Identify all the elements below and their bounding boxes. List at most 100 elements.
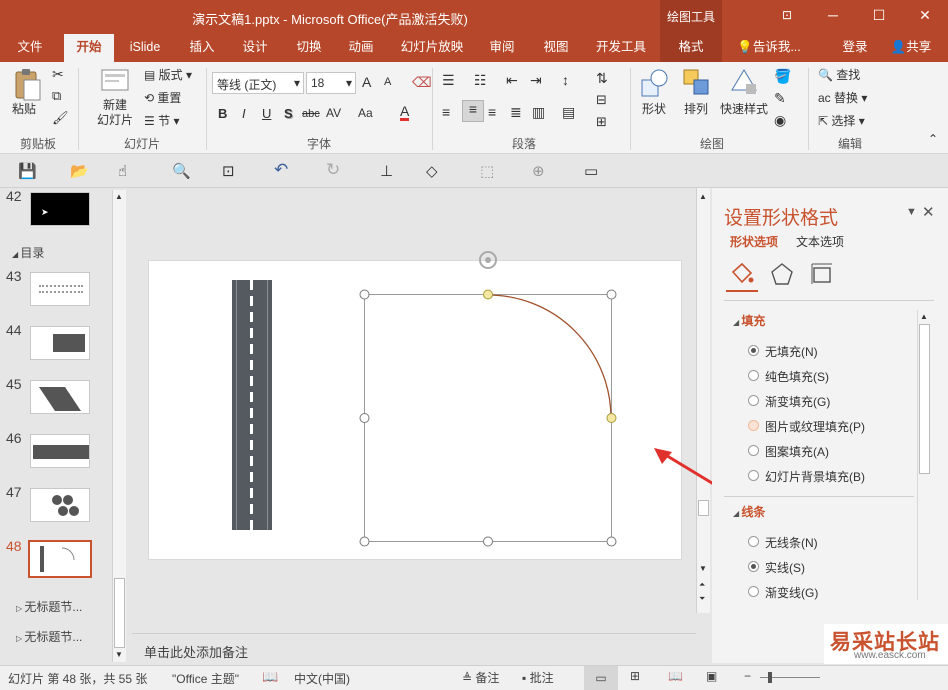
section-button[interactable]: ☰ 节 ▾ <box>144 112 179 129</box>
tab-review[interactable]: 审阅 <box>478 34 526 62</box>
strikethrough-button[interactable]: abc <box>302 108 320 120</box>
tab-format[interactable]: 格式 <box>660 34 722 62</box>
tab-transitions[interactable]: 切换 <box>284 34 334 62</box>
arc-path[interactable] <box>487 294 612 419</box>
road-shape[interactable] <box>232 280 272 530</box>
format-painter-icon[interactable]: 🖌 <box>52 110 69 126</box>
resize-handles[interactable] <box>359 289 617 547</box>
pane-close-icon[interactable]: ✕ <box>922 203 935 221</box>
quick-styles-icon[interactable] <box>728 66 760 98</box>
smartart-icon[interactable]: ⊞ <box>596 114 607 130</box>
pane-options-chevron-icon[interactable]: ▼ <box>906 206 917 218</box>
redo-icon[interactable]: ↻ <box>326 160 340 180</box>
bold-button[interactable]: B <box>218 106 227 121</box>
slideshow-view-icon[interactable]: ▣ <box>706 669 717 683</box>
new-slide-icon[interactable] <box>100 68 130 96</box>
bullets-icon[interactable]: ☰ <box>442 72 455 89</box>
reset-button[interactable]: ⟲ 重置 <box>144 89 181 106</box>
slide-thumbnail-43[interactable] <box>30 272 90 306</box>
effects-pentagon-icon[interactable] <box>770 262 794 286</box>
pane-scrollbar[interactable]: ▲ <box>917 310 931 600</box>
background-fill-label[interactable]: 幻灯片背景填充(B) <box>765 468 865 485</box>
tab-shape-options[interactable]: 形状选项 <box>730 233 778 250</box>
slide-thumbnail-42[interactable]: ➤ <box>30 192 90 226</box>
undo-icon[interactable]: ↶ <box>274 160 288 180</box>
slide-thumbnail-47[interactable] <box>30 488 90 522</box>
font-name-select[interactable]: 等线 (正文) ▾ <box>212 72 304 94</box>
shrink-font-button[interactable]: A <box>384 76 391 88</box>
radio-background-fill[interactable] <box>748 470 759 481</box>
scroll-thumb[interactable] <box>919 324 930 474</box>
font-color-button[interactable]: A <box>400 104 410 121</box>
scroll-down-icon[interactable]: ▼ <box>699 564 707 573</box>
slide-thumbnail-48[interactable] <box>28 540 92 578</box>
adjust-handles[interactable] <box>483 289 617 423</box>
scroll-thumb[interactable] <box>114 578 125 648</box>
line-section-header[interactable]: ◢ 线条 <box>733 503 765 520</box>
spell-check-icon[interactable]: 📖 <box>262 669 278 685</box>
reading-view-icon[interactable]: 📖 <box>668 669 683 683</box>
language-indicator[interactable]: 中文(中国) <box>294 670 350 687</box>
previous-slide-icon[interactable]: ⏶ <box>699 580 705 590</box>
selected-arc-shape[interactable] <box>350 245 630 555</box>
gradient-line-label[interactable]: 渐变线(G) <box>765 584 818 601</box>
picture-icon[interactable]: ▭ <box>584 162 598 180</box>
tab-animations[interactable]: 动画 <box>336 34 386 62</box>
fill-line-icon[interactable] <box>728 260 756 290</box>
numbering-icon[interactable]: ☷ <box>474 72 487 89</box>
change-case-button[interactable]: Aa <box>358 106 373 120</box>
arrange-button[interactable]: 排列 <box>684 100 708 117</box>
zoom-slider-thumb[interactable] <box>768 672 772 683</box>
notes-pane[interactable]: 单击此处添加备注 <box>132 633 696 663</box>
no-fill-label[interactable]: 无填充(N) <box>765 343 818 360</box>
tab-developer[interactable]: 开发工具 <box>588 34 654 62</box>
tab-design[interactable]: 设计 <box>230 34 280 62</box>
zoom-out-icon[interactable]: − <box>744 669 751 683</box>
rotate-handle-icon[interactable] <box>479 251 497 269</box>
slide-thumbnail-45[interactable] <box>30 380 90 414</box>
paste-button[interactable]: 粘贴 <box>12 100 36 117</box>
copy-icon[interactable]: ⧉ <box>52 88 61 104</box>
close-button[interactable]: ✕ <box>902 0 948 30</box>
radio-no-line[interactable] <box>748 536 759 547</box>
collapse-ribbon-icon[interactable]: ⌃ <box>928 132 938 146</box>
section-untitled-1[interactable]: ▷ 无标题节... <box>16 598 82 615</box>
solid-line-label[interactable]: 实线(S) <box>765 559 805 576</box>
slideshow-icon[interactable]: ⊡ <box>222 162 235 180</box>
tab-view[interactable]: 视图 <box>532 34 580 62</box>
shape-outline-icon[interactable]: ✎ <box>774 90 786 107</box>
slide-sorter-icon[interactable]: ⊞ <box>630 669 640 683</box>
comments-button[interactable]: ▪ 批注 <box>522 669 554 686</box>
pattern-fill-label[interactable]: 图案填充(A) <box>765 443 829 460</box>
shape-effects-icon[interactable]: ◉ <box>774 112 786 129</box>
print-preview-icon[interactable]: 🔍 <box>172 162 191 180</box>
maximize-button[interactable]: ☐ <box>856 0 902 30</box>
slide-thumbnail-44[interactable] <box>30 326 90 360</box>
picture-fill-label[interactable]: 图片或纹理填充(P) <box>765 418 865 435</box>
section-catalog[interactable]: ◢ 目录 <box>12 244 44 261</box>
find-button[interactable]: 🔍 查找 <box>818 66 860 83</box>
shape-fill-icon[interactable]: 🪣 <box>774 68 791 85</box>
touch-mode-icon[interactable]: ☝ <box>118 162 127 180</box>
shapes-button[interactable]: 形状 <box>642 100 666 117</box>
font-size-select[interactable]: 18 ▾ <box>306 72 356 94</box>
radio-picture-fill[interactable] <box>748 420 759 431</box>
next-slide-icon[interactable]: ⏷ <box>699 594 705 604</box>
normal-view-icon[interactable]: ▭ <box>584 666 618 690</box>
clear-format-icon[interactable]: ⌫ <box>412 74 432 91</box>
underline-button[interactable]: U <box>262 106 271 121</box>
increase-indent-icon[interactable]: ⇥ <box>530 72 542 89</box>
italic-button[interactable]: I <box>242 106 246 121</box>
radio-pattern-fill[interactable] <box>748 445 759 456</box>
scroll-down-icon[interactable]: ▼ <box>115 650 123 659</box>
radio-solid-line[interactable] <box>748 561 759 572</box>
open-folder-icon[interactable]: 📂 <box>70 162 89 180</box>
align-text-icon[interactable]: ⊟ <box>596 92 607 108</box>
align-right-icon[interactable]: ≡ <box>488 104 496 120</box>
tab-file[interactable]: 文件 <box>6 34 54 62</box>
replace-button[interactable]: ac 替换 ▾ <box>818 89 867 106</box>
quick-styles-button[interactable]: 快速样式 <box>720 100 768 117</box>
fill-section-header[interactable]: ◢ 填充 <box>733 312 765 329</box>
decrease-indent-icon[interactable]: ⇤ <box>506 72 518 89</box>
merge-shapes-icon[interactable]: ⊕ <box>532 162 545 180</box>
